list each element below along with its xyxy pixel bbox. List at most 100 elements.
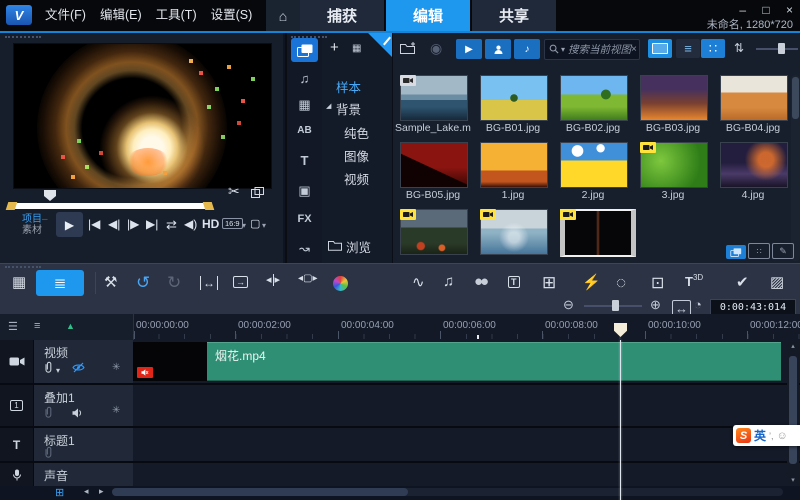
repeat-button[interactable]: ⇄ [166,217,177,233]
title-track-body[interactable] [133,428,800,461]
trim-start-handle[interactable] [6,202,18,210]
split-clip-icon[interactable]: ◂▸ [266,273,280,286]
tab-share[interactable]: 共享 [472,0,558,31]
scroll-right-icon[interactable]: ▸ [99,486,104,497]
cue-marker[interactable] [477,335,479,339]
show-frames-icon[interactable] [726,245,746,259]
ripple-link-icon[interactable] [44,446,53,461]
thumbnail-selected[interactable] [560,209,636,257]
subtitle-editor-icon[interactable]: T [508,276,520,288]
hd-toggle[interactable]: HD [202,217,219,231]
search-clear-icon[interactable]: × [631,44,637,55]
voice-track-body[interactable] [133,463,800,486]
preview-video[interactable] [13,43,272,189]
scroll-left-icon[interactable]: ◂ [84,486,89,497]
timeline-zoom-out-icon[interactable]: ⊖ [563,297,574,313]
motion-tracking-icon[interactable]: ⚡ [582,273,601,291]
timeline-view-button[interactable]: ≣ [36,270,84,296]
import-media-icon[interactable] [400,41,417,57]
tree-item-samples[interactable]: 样本 [336,77,361,96]
timeline-hscrollbar[interactable] [112,488,783,496]
edit-info-icon[interactable]: ✎ [772,243,794,259]
ripple-link-icon[interactable] [44,406,53,421]
pan-zoom-icon[interactable]: ⊡ [651,273,664,293]
split-clip-icon[interactable]: ✂ [228,183,240,200]
track-manager-icon[interactable]: ☰ [8,320,18,333]
menu-tools[interactable]: 工具(T) [149,0,204,31]
motion-path-icon[interactable]: ↝ [287,241,322,257]
library-panel-toggle[interactable] [648,39,672,58]
color-grading-icon[interactable] [333,276,348,291]
thumb-size-slider[interactable] [756,48,798,50]
track-visibility-icon[interactable] [72,361,85,376]
timeline-zoom-slider[interactable] [584,305,642,307]
thumbnail[interactable] [640,75,708,121]
timeline-vscrollbar[interactable]: ▴ ▾ [787,342,799,484]
playhead-marker[interactable] [614,323,627,337]
batch-convert-icon[interactable]: ✔ [736,273,749,291]
thumbnail[interactable] [720,142,788,188]
fit-project-icon[interactable]: ↔ [200,276,218,290]
ripple-link-icon[interactable] [44,361,53,376]
painting-creator-icon[interactable]: ●● [474,273,486,290]
thumbnail[interactable] [400,142,468,188]
ime-punctuation[interactable]: ’, [769,431,774,441]
track-resize-icon[interactable]: → [233,276,248,288]
filter-audio-button[interactable]: ♪ [514,39,540,59]
voice-track-icon[interactable] [0,463,34,486]
swap-tracks-icon[interactable]: ▲ [66,321,75,331]
tab-edit[interactable]: 编辑 [386,0,472,31]
list-view-button[interactable]: ≡ [676,39,700,58]
browse-folder-icon[interactable] [328,239,342,254]
trim-bar[interactable] [10,203,210,209]
tools-icon[interactable]: ⚒ [104,273,117,291]
disc-icon[interactable]: ◉ [430,40,442,57]
undo-icon[interactable]: ↺ [136,273,150,293]
playhead-line[interactable] [620,340,621,500]
sort-icon[interactable]: ⇅ [734,41,744,55]
scroll-up-icon[interactable]: ▴ [791,343,795,350]
step-forward-button[interactable]: |▶ [127,217,139,231]
trim-end-handle[interactable] [203,202,215,210]
clip-fireworks[interactable]: 烟花.mp4 [133,342,781,381]
slider-thumb[interactable] [778,43,785,54]
filter-video-button[interactable]: ▶ [456,39,482,59]
scroll-down-icon[interactable]: ▾ [787,476,799,484]
scrubber-handle[interactable] [44,190,56,201]
track-header[interactable]: 声音 [34,463,133,486]
instant-project-icon[interactable]: ▦ [287,97,322,113]
track-header[interactable]: 视频 ▾ ✳ [34,340,133,383]
thumbnail[interactable] [400,209,468,255]
thumbnail[interactable] [560,75,628,121]
track-audio-icon[interactable] [72,406,83,421]
timeline-zoom-thumb[interactable] [612,300,619,311]
go-start-button[interactable]: |◀ [88,217,100,231]
ruler-ticks[interactable]: 00:00:00:00 00:00:02:00 00:00:04:00 00:0… [133,314,800,339]
split-screen-template-icon[interactable]: ⊞ [542,273,556,293]
storyboard-view-icon[interactable]: ▦ [12,273,26,291]
maximize-icon[interactable]: □ [762,3,769,17]
search-icon[interactable] [549,42,559,57]
thumbnail[interactable] [480,209,548,255]
menu-file[interactable]: 文件(F) [38,0,93,31]
tree-item-background[interactable]: 背景 [336,99,361,118]
grid-view-button[interactable]: ∷ [701,39,725,58]
timeline-fit-zoom-icon[interactable]: ⊞ [55,486,64,499]
tree-item-images[interactable]: 图像 [344,146,369,165]
thumbnail[interactable] [720,75,788,121]
sound-mixer-icon[interactable]: ∿ [412,273,425,291]
transitions-icon[interactable]: AB [287,125,322,136]
thumbnail[interactable] [480,75,548,121]
expand-icon[interactable]: ◢ [326,102,331,110]
video-track-icon[interactable] [0,340,34,383]
overlay-track-icon[interactable]: 1 [0,385,34,426]
aspect-ratio-selector[interactable]: 16:9 [222,218,243,229]
track-effects-icon[interactable]: ✳ [112,405,120,416]
filter-media-icon[interactable]: ▦ [352,43,361,54]
timeline-zoom-in-icon[interactable]: ⊕ [650,297,661,313]
audio-library-icon[interactable]: ♫ [287,71,322,86]
capture-frame-icon[interactable] [251,185,264,201]
aspect-caret-icon[interactable]: ▾ [242,221,246,230]
timeline-ruler[interactable]: ☰ ≡ ▲ 00:00:00:00 00:00:02:00 00:00:04:0… [0,314,800,341]
track-header[interactable]: 标题1 [34,428,133,461]
